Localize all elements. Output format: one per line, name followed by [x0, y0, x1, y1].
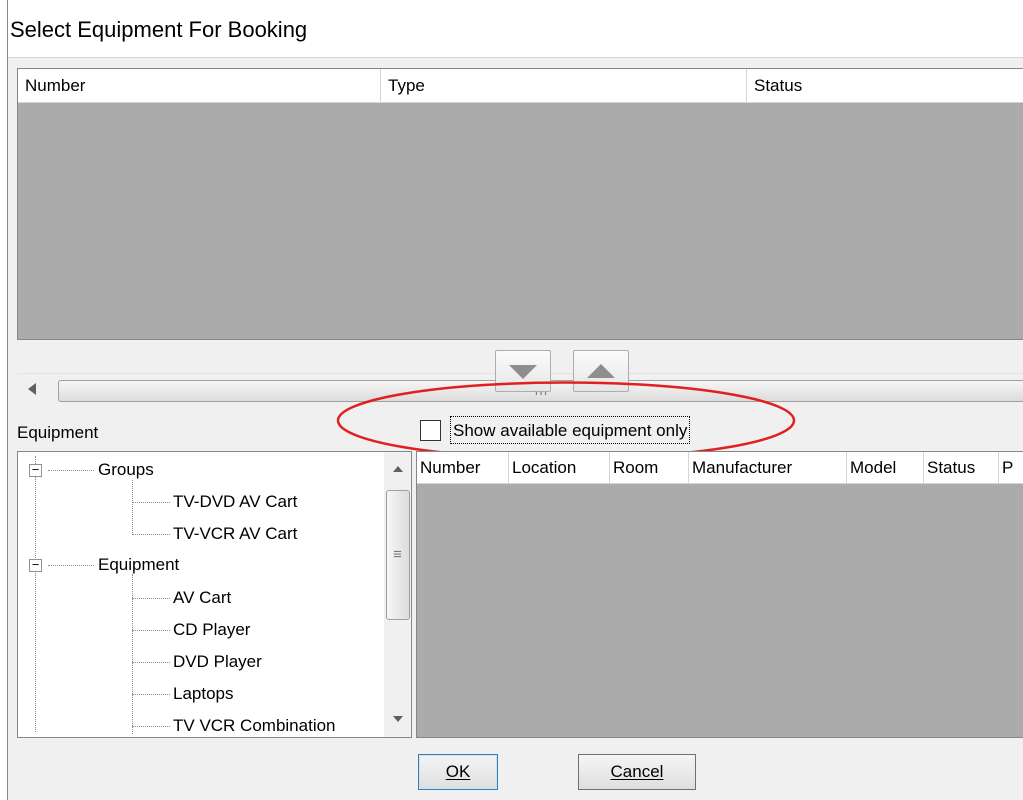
column-header-status[interactable]: Status [747, 69, 1023, 103]
move-up-button[interactable] [573, 350, 629, 392]
tree-item-tv-dvd-av-cart[interactable]: TV-DVD AV Cart [173, 488, 297, 516]
column-header-status[interactable]: Status [924, 452, 999, 484]
scroll-up-icon[interactable] [393, 466, 403, 472]
column-header-number[interactable]: Number [417, 452, 509, 484]
column-header-room[interactable]: Room [610, 452, 689, 484]
arrow-down-icon [509, 365, 537, 379]
cancel-button-label: Cancel [610, 762, 664, 781]
column-header-type[interactable]: Type [381, 69, 747, 103]
dialog-title: Select Equipment For Booking [8, 2, 1023, 58]
collapse-groups-icon[interactable]: − [29, 463, 42, 477]
tree-item-dvd-player[interactable]: DVD Player [173, 648, 262, 676]
ok-button-label: OK [445, 762, 471, 781]
selected-equipment-list[interactable]: Number Type Status III [17, 68, 1023, 407]
selected-list-header: Number Type Status [18, 69, 1023, 103]
show-available-checkbox[interactable] [420, 420, 441, 441]
tree-item-tv-vcr-combination[interactable]: TV VCR Combination [173, 712, 336, 737]
window-frame-left [0, 0, 8, 800]
vertical-scroll-thumb[interactable]: ≡ [386, 490, 410, 620]
scroll-grip-icon: ≡ [393, 546, 403, 563]
available-equipment-list[interactable]: Number Location Room Manufacturer Model … [416, 451, 1023, 738]
scroll-down-icon[interactable] [393, 716, 403, 722]
arrow-up-icon [587, 364, 615, 378]
column-header-location[interactable]: Location [509, 452, 610, 484]
equipment-label: Equipment [17, 423, 99, 442]
scroll-left-icon[interactable] [28, 383, 36, 395]
move-down-button[interactable] [495, 350, 551, 392]
tree-vertical-scrollbar[interactable]: ≡ [384, 452, 411, 737]
tree-item-tv-vcr-av-cart[interactable]: TV-VCR AV Cart [173, 520, 297, 548]
equipment-tree[interactable]: − Groups TV-DVD AV Cart TV-VCR AV Cart −… [17, 451, 412, 738]
tree-item-laptops[interactable]: Laptops [173, 680, 234, 708]
collapse-equipment-icon[interactable]: − [29, 558, 42, 572]
ok-button[interactable]: OK [418, 754, 498, 790]
tree-node-equipment[interactable]: Equipment [98, 551, 179, 579]
cancel-button[interactable]: Cancel [578, 754, 696, 790]
tree-item-av-cart[interactable]: AV Cart [173, 584, 231, 612]
column-header-number[interactable]: Number [18, 69, 381, 103]
column-header-manufacturer[interactable]: Manufacturer [689, 452, 847, 484]
column-header-p[interactable]: P [999, 452, 1023, 484]
tree-item-cd-player[interactable]: CD Player [173, 616, 250, 644]
show-available-label[interactable]: Show available equipment only [450, 416, 691, 444]
tree-node-groups[interactable]: Groups [98, 456, 154, 484]
column-header-model[interactable]: Model [847, 452, 924, 484]
available-list-header: Number Location Room Manufacturer Model … [417, 452, 1023, 484]
